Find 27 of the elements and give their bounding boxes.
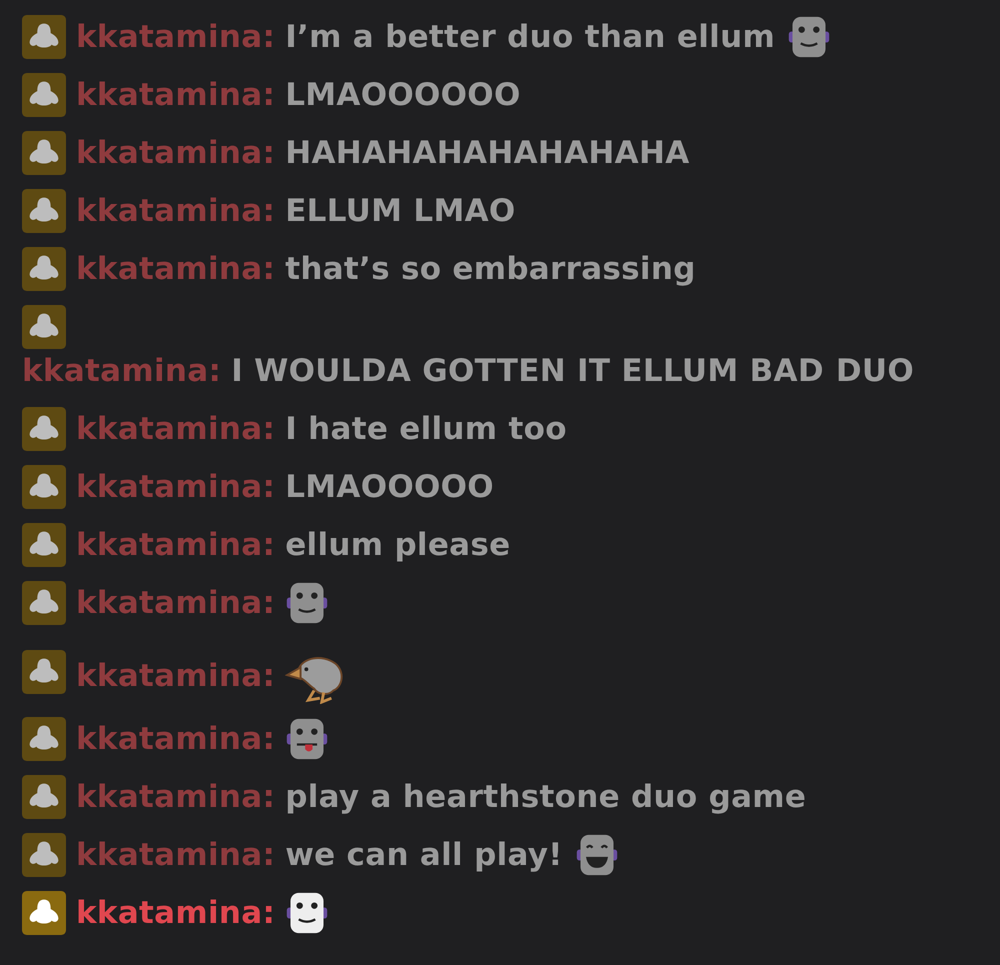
username[interactable]: kkatamina: [76, 77, 276, 113]
username[interactable]: kkatamina: [76, 721, 276, 757]
username[interactable]: kkatamina: [76, 779, 276, 815]
message-text: I’m a better duo than ellum [285, 19, 776, 55]
message-text: I hate ellum too [285, 411, 567, 447]
message-text: I WOULDA GOTTEN IT ELLUM BAD [231, 353, 824, 389]
message-text: LMAOOOOOO [285, 77, 521, 113]
message-text: HAHAHAHAHAHAHAHA [285, 135, 690, 171]
username[interactable]: kkatamina: [76, 251, 276, 287]
username[interactable]: kkatamina: [76, 19, 276, 55]
username[interactable]: kkatamina: [76, 469, 276, 505]
message-text: we can all play! [285, 837, 563, 873]
message-text: LMAOOOOO [285, 469, 494, 505]
username[interactable]: kkatamina: [76, 527, 276, 563]
username[interactable]: kkatamina: [76, 585, 276, 621]
message-text: DUO [836, 353, 914, 389]
message-text: ELLUM LMAO [285, 193, 516, 229]
message-text: play a hearthstone duo game [285, 779, 806, 815]
username[interactable]: kkatamina: [76, 411, 276, 447]
username[interactable]: kkatamina: [76, 895, 276, 931]
username[interactable]: kkatamina: [22, 353, 222, 389]
message-text: that’s so embarrassing [285, 251, 696, 287]
message-text: ellum please [285, 527, 510, 563]
username[interactable]: kkatamina: [76, 837, 276, 873]
username[interactable]: kkatamina: [76, 193, 276, 229]
username[interactable]: kkatamina: [76, 135, 276, 171]
username[interactable]: kkatamina: [76, 658, 276, 694]
